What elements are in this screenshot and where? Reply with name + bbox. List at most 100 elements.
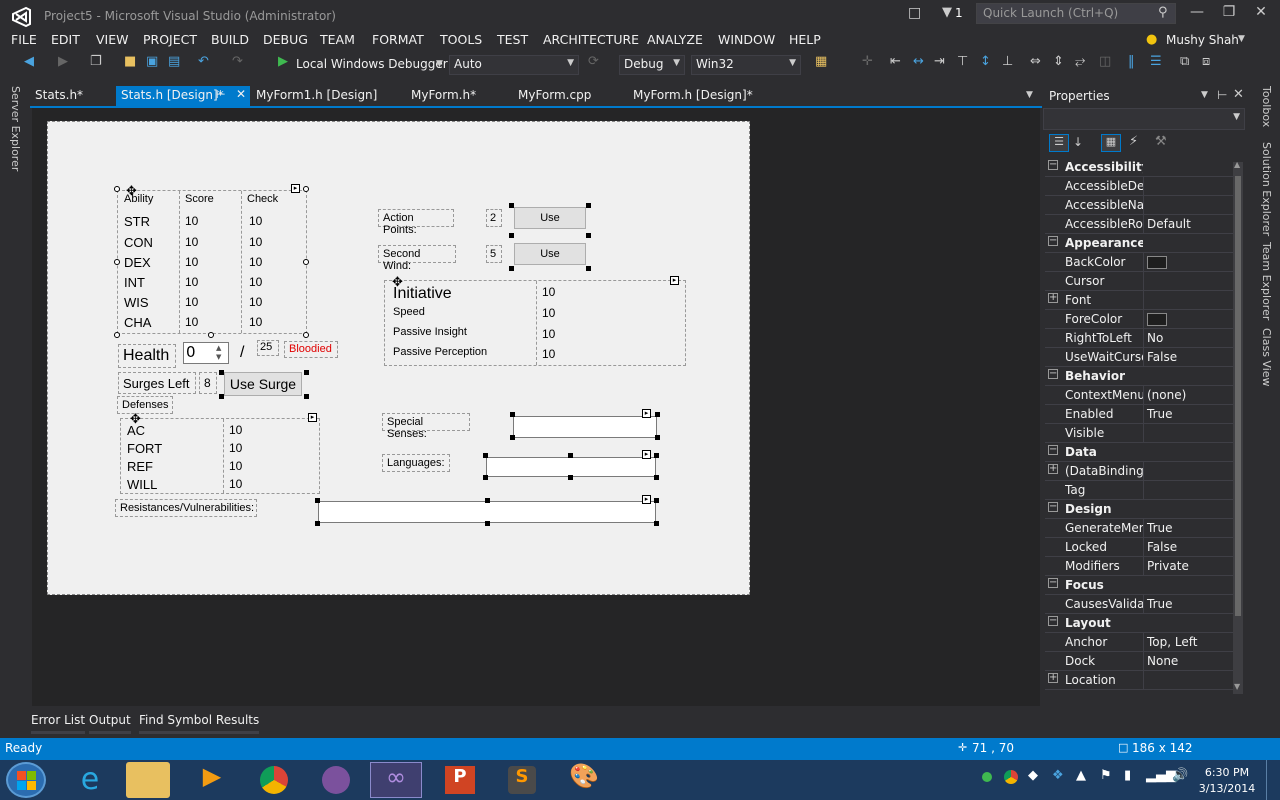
- chevron-down-icon[interactable]: ▼: [1238, 34, 1245, 44]
- property-row[interactable]: CausesValidati True: [1045, 595, 1235, 614]
- selection-handle[interactable]: [654, 521, 659, 526]
- selection-handle[interactable]: [219, 370, 224, 375]
- property-row[interactable]: Enabled True: [1045, 405, 1235, 424]
- media-player-icon[interactable]: ▶: [186, 762, 238, 798]
- property-value[interactable]: Private: [1147, 559, 1189, 573]
- property-row[interactable]: + (DataBindings): [1045, 462, 1235, 481]
- class-view-tab[interactable]: Class View: [1260, 328, 1273, 387]
- ability-table[interactable]: Ability Score Check STR 10 10 CON 10 10 …: [117, 190, 307, 334]
- forward-icon[interactable]: ▶: [58, 54, 68, 76]
- properties-icon[interactable]: ▦: [1101, 134, 1121, 152]
- tab-myform1-h-design[interactable]: MyForm1.h [Design]: [251, 86, 382, 106]
- property-row[interactable]: + Location: [1045, 671, 1235, 690]
- smart-tag-icon[interactable]: ▸: [642, 495, 651, 504]
- property-row[interactable]: + Font: [1045, 291, 1235, 310]
- tray-hidden-icon[interactable]: ▲: [1076, 768, 1086, 783]
- smart-tag-icon[interactable]: ▸: [291, 184, 300, 193]
- health-spinner[interactable]: 0 ▲ ▼: [183, 342, 229, 364]
- viber-icon[interactable]: [310, 762, 362, 798]
- property-row[interactable]: AccessibleDesc: [1045, 177, 1235, 196]
- server-explorer-tab[interactable]: Server Explorer: [9, 86, 22, 171]
- battery-icon[interactable]: ▮: [1124, 768, 1131, 783]
- make-same-size-icon[interactable]: ⥂: [1075, 54, 1085, 76]
- property-value[interactable]: No: [1147, 331, 1163, 345]
- property-row[interactable]: Cursor: [1045, 272, 1235, 291]
- align-bottoms-icon[interactable]: ⊥: [1002, 54, 1013, 76]
- selection-handle[interactable]: [654, 498, 659, 503]
- menu-build[interactable]: BUILD: [211, 32, 249, 47]
- form-canvas[interactable]: Ability Score Check STR 10 10 CON 10 10 …: [47, 121, 750, 595]
- flag-icon[interactable]: ⚑: [1100, 768, 1112, 783]
- dropbox-icon[interactable]: ❖: [1052, 768, 1064, 783]
- property-row[interactable]: RightToLeft No: [1045, 329, 1235, 348]
- visual-studio-taskbar-icon[interactable]: ∞: [370, 762, 422, 798]
- redo-icon[interactable]: ↷: [232, 54, 243, 76]
- scroll-down-icon[interactable]: ▼: [1234, 682, 1240, 691]
- collapse-icon[interactable]: −: [1048, 369, 1058, 379]
- initiative-table[interactable]: Initiative 10 Speed 10 Passive Insight 1…: [384, 280, 686, 366]
- vertical-spacing-icon[interactable]: ☰: [1150, 54, 1162, 76]
- solution-explorer-tab[interactable]: Solution Explorer: [1260, 142, 1273, 236]
- collapse-icon[interactable]: −: [1048, 160, 1058, 170]
- property-value[interactable]: False: [1147, 350, 1177, 364]
- send-to-back-icon[interactable]: ⧈: [1202, 54, 1210, 76]
- menu-architecture[interactable]: ARCHITECTURE: [543, 32, 639, 47]
- selection-handle[interactable]: [568, 475, 573, 480]
- property-row[interactable]: Anchor Top, Left: [1045, 633, 1235, 652]
- tray-diamond-icon[interactable]: ◆: [1028, 768, 1038, 783]
- align-centers-icon[interactable]: ↔: [913, 54, 924, 76]
- selection-handle[interactable]: [114, 186, 120, 192]
- selection-handle[interactable]: [586, 233, 591, 238]
- undo-icon[interactable]: ↶: [198, 54, 209, 76]
- selection-handle[interactable]: [654, 453, 659, 458]
- close-tab-icon[interactable]: ✕: [236, 87, 246, 101]
- platform-combo[interactable]: Win32 ▼: [691, 55, 801, 75]
- selection-handle[interactable]: [509, 233, 514, 238]
- scrollbar-thumb[interactable]: [1235, 176, 1241, 616]
- selection-handle[interactable]: [483, 453, 488, 458]
- expand-icon[interactable]: +: [1048, 464, 1058, 474]
- tab-stats-h[interactable]: Stats.h*: [30, 86, 88, 106]
- spin-down-icon[interactable]: ▼: [216, 353, 221, 361]
- minimize-button[interactable]: —: [1184, 4, 1210, 24]
- find-symbol-results-tab[interactable]: Find Symbol Results: [139, 713, 260, 734]
- selection-handle[interactable]: [510, 435, 515, 440]
- selection-handle[interactable]: [586, 203, 591, 208]
- chevron-down-icon[interactable]: ▼: [1201, 90, 1208, 100]
- close-button[interactable]: ✕: [1248, 4, 1274, 24]
- toolbox-tab[interactable]: Toolbox: [1260, 86, 1273, 127]
- tab-myform-h[interactable]: MyForm.h*: [406, 86, 481, 106]
- use-action-point-button[interactable]: Use: [514, 207, 586, 229]
- start-button[interactable]: [6, 762, 46, 798]
- property-row[interactable]: AccessibleNam: [1045, 196, 1235, 215]
- property-category[interactable]: − Appearance: [1045, 234, 1235, 253]
- events-icon[interactable]: ⚡: [1129, 134, 1138, 149]
- tab-myform-cpp[interactable]: MyForm.cpp: [513, 86, 596, 106]
- collapse-icon[interactable]: −: [1048, 616, 1058, 626]
- horizontal-spacing-icon[interactable]: ‖: [1128, 54, 1135, 76]
- solution-platform-combo[interactable]: Auto ▼: [449, 55, 579, 75]
- save-all-icon[interactable]: ▤: [168, 54, 180, 76]
- property-row[interactable]: ForeColor: [1045, 310, 1235, 329]
- pin-icon[interactable]: ⊢: [216, 88, 226, 101]
- show-desktop-button[interactable]: [1266, 760, 1280, 800]
- selection-handle[interactable]: [303, 332, 309, 338]
- chevron-down-icon[interactable]: ▼: [436, 59, 443, 69]
- selection-handle[interactable]: [114, 332, 120, 338]
- file-explorer-icon[interactable]: [126, 762, 170, 798]
- move-handle-icon[interactable]: ✥: [392, 275, 403, 290]
- property-value[interactable]: Default: [1147, 217, 1191, 231]
- selection-handle[interactable]: [315, 498, 320, 503]
- menu-view[interactable]: VIEW: [96, 32, 129, 47]
- selection-handle[interactable]: [303, 259, 309, 265]
- clock-date[interactable]: 3/13/2014: [1196, 782, 1258, 795]
- property-value[interactable]: (none): [1147, 388, 1186, 402]
- notification-flag-icon[interactable]: ▼: [942, 5, 952, 20]
- selection-handle[interactable]: [219, 394, 224, 399]
- menu-file[interactable]: FILE: [11, 32, 37, 47]
- menu-project[interactable]: PROJECT: [143, 32, 197, 47]
- spin-up-icon[interactable]: ▲: [216, 344, 221, 352]
- tab-overflow-icon[interactable]: ▼: [1026, 90, 1033, 100]
- use-surge-button[interactable]: Use Surge: [224, 372, 302, 396]
- languages-textbox[interactable]: [486, 457, 656, 477]
